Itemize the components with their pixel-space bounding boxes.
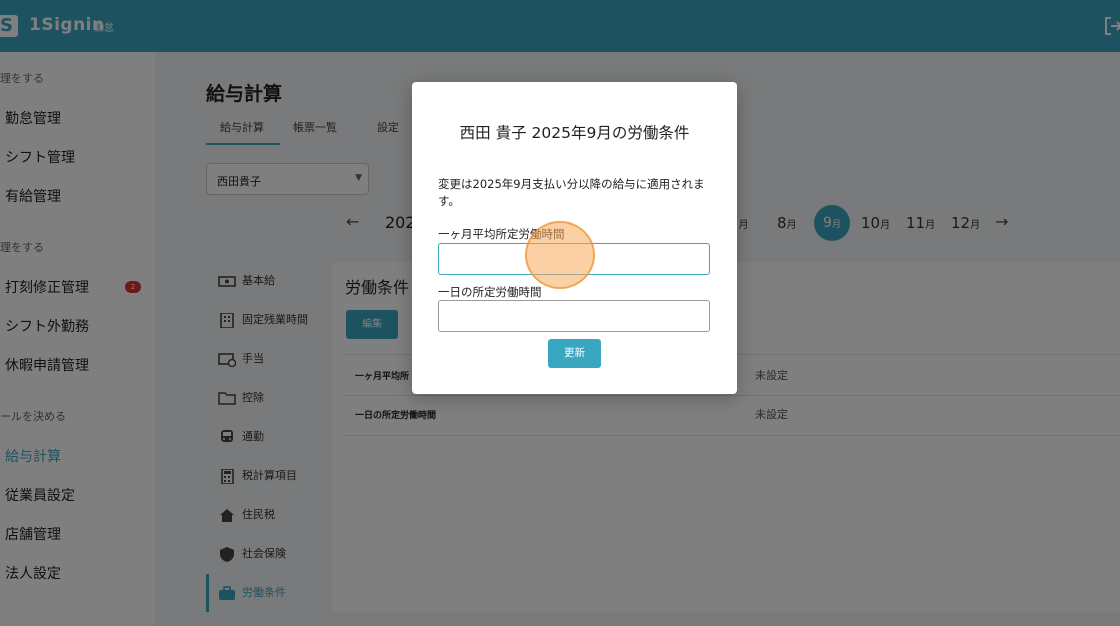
click-indicator bbox=[525, 221, 595, 289]
daily-hours-input[interactable] bbox=[438, 300, 710, 332]
daily-hours-label: 一日の所定労働時間 bbox=[438, 285, 542, 299]
modal-title: 西田 貴子 2025年9月の労働条件 bbox=[459, 124, 690, 142]
update-button[interactable]: 更新 bbox=[548, 339, 601, 368]
modal-note: 変更は2025年9月支払い分以降の給与に適用されます。 bbox=[438, 177, 705, 208]
